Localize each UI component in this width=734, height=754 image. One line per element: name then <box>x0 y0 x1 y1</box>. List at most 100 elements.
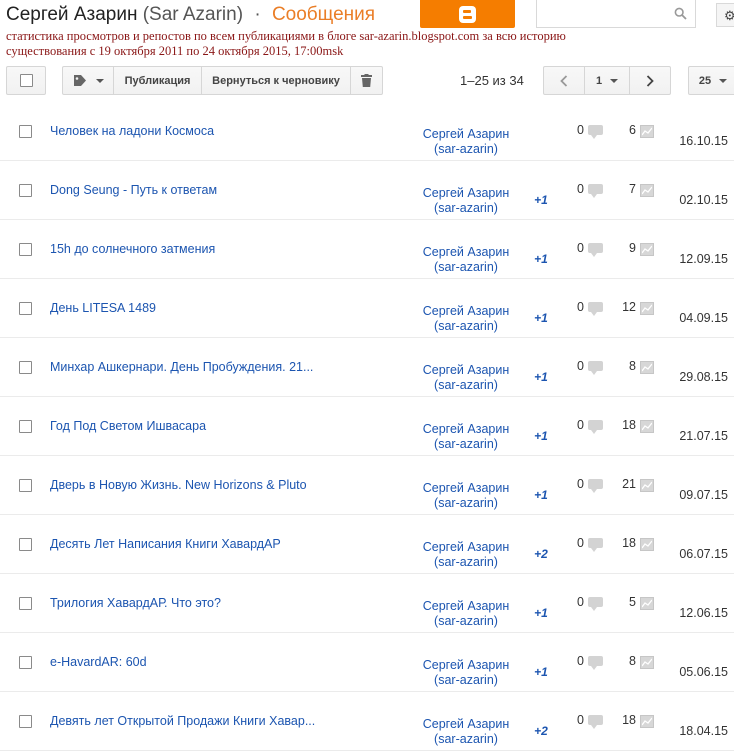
post-author-link[interactable]: Сергей Азарин (sar-azarin) <box>405 186 527 216</box>
comment-count[interactable]: 0 <box>560 359 584 373</box>
blogger-home-button[interactable] <box>420 0 515 28</box>
post-author-link[interactable]: Сергей Азарин (sar-azarin) <box>405 363 527 393</box>
post-row: Человек на ладони Космоса Сергей Азарин (s… <box>0 102 734 161</box>
comment-count[interactable]: 0 <box>560 241 584 255</box>
delete-button[interactable] <box>350 66 383 95</box>
post-date: 05.06.15 <box>679 665 728 679</box>
post-author-link[interactable]: Сергей Азарин (sar-azarin) <box>405 717 527 747</box>
post-author-link[interactable]: Сергей Азарин (sar-azarin) <box>405 599 527 629</box>
comment-count[interactable]: 0 <box>560 654 584 668</box>
post-title-link[interactable]: День LITESA 1489 <box>50 301 156 315</box>
post-select-checkbox[interactable] <box>19 243 32 256</box>
view-count: 7 <box>629 182 636 196</box>
post-title-link[interactable]: 15h до солнечного затмения <box>50 242 215 256</box>
plus-one-count[interactable]: +1 <box>529 665 553 679</box>
post-author-link[interactable]: Сергей Азарин (sar-azarin) <box>405 127 527 157</box>
plus-one-count[interactable]: +2 <box>529 724 553 738</box>
post-select-checkbox[interactable] <box>19 361 32 374</box>
post-author-link[interactable]: Сергей Азарин (sar-azarin) <box>405 481 527 511</box>
next-page-button[interactable] <box>629 66 671 95</box>
per-page-select[interactable]: 25 <box>688 66 734 95</box>
prev-page-button[interactable] <box>543 66 585 95</box>
post-select-checkbox[interactable] <box>19 656 32 669</box>
select-all-checkbox[interactable] <box>19 74 33 87</box>
plus-one-count[interactable]: +1 <box>529 370 553 384</box>
post-title-link[interactable]: Трилогия ХавардАР. Что это? <box>50 596 221 610</box>
plus-one-count[interactable]: +1 <box>529 311 553 325</box>
per-page-value: 25 <box>698 74 712 87</box>
post-row: Трилогия ХавардАР. Что это? Сергей Азарин… <box>0 574 734 633</box>
post-title-link[interactable]: Десять Лет Написания Книги ХавардАР <box>50 537 281 551</box>
plus-one-count[interactable]: +1 <box>529 488 553 502</box>
plus-one-count[interactable]: +1 <box>529 193 553 207</box>
comment-bubble-icon <box>588 715 603 729</box>
comment-count[interactable]: 0 <box>560 713 584 727</box>
comment-bubble-icon <box>588 538 603 552</box>
post-select-checkbox[interactable] <box>19 420 32 433</box>
search-input[interactable] <box>537 0 679 26</box>
post-row: Десять Лет Написания Книги ХавардАР Серге… <box>0 515 734 574</box>
author-name: Сергей Азарин <box>422 658 510 672</box>
plus-one-count[interactable]: +1 <box>529 606 553 620</box>
label-menu-button[interactable] <box>62 66 114 95</box>
post-title-link[interactable]: Девять лет Открытой Продажи Книги Хавар.… <box>50 714 315 728</box>
post-date: 21.07.15 <box>679 429 728 443</box>
stats-annotation: статистика просмотров и репостов по всем… <box>6 29 566 58</box>
author-handle: (sar-azarin) <box>434 142 498 156</box>
comment-bubble-icon <box>588 597 603 611</box>
author-handle: (sar-azarin) <box>434 319 498 333</box>
post-title-link[interactable]: Человек на ладони Космоса <box>50 124 214 138</box>
comment-count[interactable]: 0 <box>560 182 584 196</box>
comment-count[interactable]: 0 <box>560 418 584 432</box>
author-handle: (sar-azarin) <box>434 260 498 274</box>
comment-count[interactable]: 0 <box>560 595 584 609</box>
chevron-down-icon <box>95 78 104 83</box>
post-author-link[interactable]: Сергей Азарин (sar-azarin) <box>405 245 527 275</box>
post-select-checkbox[interactable] <box>19 538 32 551</box>
post-select-checkbox[interactable] <box>19 479 32 492</box>
chevron-down-icon <box>610 78 619 83</box>
post-title-link[interactable]: Год Под Светом Ишвасара <box>50 419 206 433</box>
revert-to-draft-button[interactable]: Вернуться к черновику <box>201 66 351 95</box>
publish-button[interactable]: Публикация <box>113 66 202 95</box>
trash-icon <box>361 74 372 87</box>
comment-count[interactable]: 0 <box>560 123 584 137</box>
comment-count[interactable]: 0 <box>560 300 584 314</box>
view-count: 5 <box>629 595 636 609</box>
search-icon[interactable] <box>674 7 687 25</box>
views-chart-icon <box>640 361 654 374</box>
plus-one-count[interactable]: +2 <box>529 547 553 561</box>
views-chart-icon <box>640 597 654 610</box>
post-list: Человек на ладони Космоса Сергей Азарин (s… <box>0 102 734 751</box>
views-chart-icon <box>640 538 654 551</box>
page-select[interactable]: 1 <box>584 66 630 95</box>
post-author-link[interactable]: Сергей Азарин (sar-azarin) <box>405 304 527 334</box>
comment-count[interactable]: 0 <box>560 477 584 491</box>
post-select-checkbox[interactable] <box>19 125 32 138</box>
post-author-link[interactable]: Сергей Азарин (sar-azarin) <box>405 540 527 570</box>
post-title-link[interactable]: Дверь в Новую Жизнь. New Horizons & Plut… <box>50 478 307 492</box>
select-all-button[interactable] <box>6 66 46 95</box>
post-select-checkbox[interactable] <box>19 302 32 315</box>
author-name: Сергей Азарин <box>422 304 510 318</box>
post-select-checkbox[interactable] <box>19 184 32 197</box>
post-title-link[interactable]: Dong Seung - Путь к ответам <box>50 183 217 197</box>
post-author-link[interactable]: Сергей Азарин (sar-azarin) <box>405 422 527 452</box>
post-date: 12.09.15 <box>679 252 728 266</box>
post-row: Девять лет Открытой Продажи Книги Хавар.… <box>0 692 734 751</box>
plus-one-count[interactable]: +1 <box>529 429 553 443</box>
search-box[interactable] <box>536 0 696 28</box>
comment-count[interactable]: 0 <box>560 536 584 550</box>
post-title-link[interactable]: e-HavardAR: 60d <box>50 655 147 669</box>
plus-one-count[interactable]: +1 <box>529 252 553 266</box>
settings-button[interactable]: ⚙ <box>716 3 734 27</box>
comment-bubble-icon <box>588 420 603 434</box>
post-author-link[interactable]: Сергей Азарин (sar-azarin) <box>405 658 527 688</box>
views-chart-icon <box>640 243 654 256</box>
view-count: 8 <box>629 654 636 668</box>
post-title-link[interactable]: Минхар Ашкернари. День Пробуждения. 21..… <box>50 360 313 374</box>
author-name: Сергей Азарин <box>422 422 510 436</box>
post-select-checkbox[interactable] <box>19 715 32 728</box>
author-handle: (sar-azarin) <box>434 378 498 392</box>
post-select-checkbox[interactable] <box>19 597 32 610</box>
